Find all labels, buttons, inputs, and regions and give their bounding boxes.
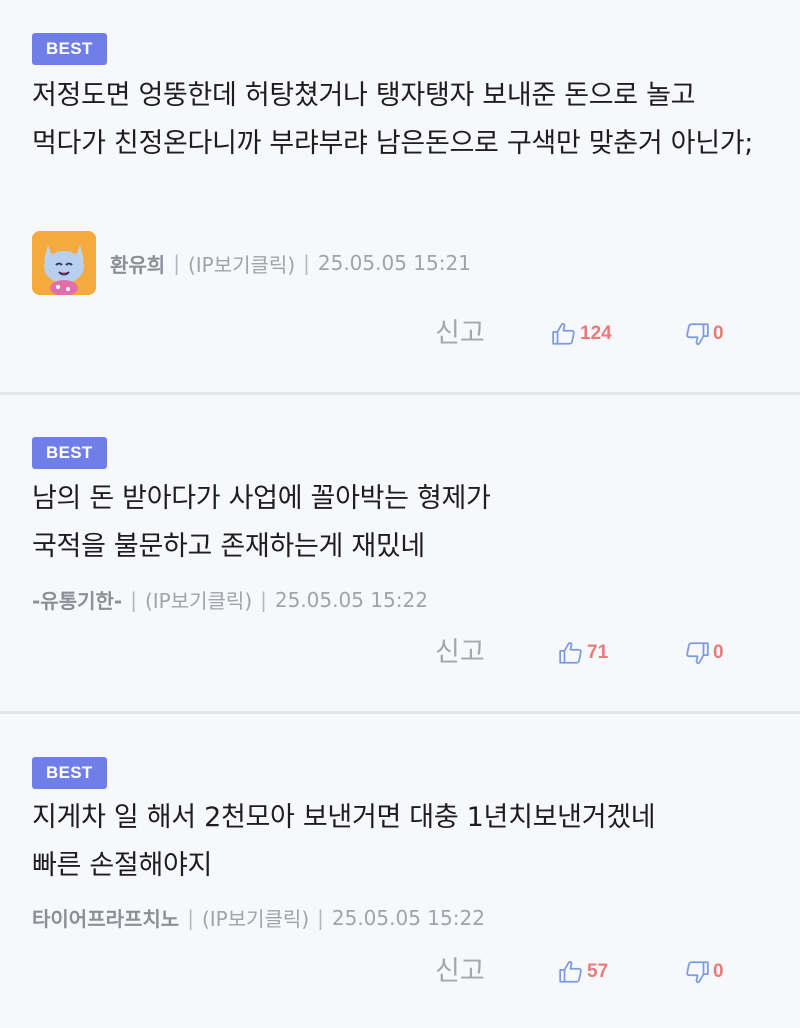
comment-meta: -유통기한- | (IP보기클릭) | 25.05.05 15:22	[32, 585, 428, 614]
report-button[interactable]: 신고	[435, 952, 485, 992]
dislike-count: 0	[713, 642, 724, 663]
meta-separator: |	[260, 587, 267, 612]
best-badge: BEST	[32, 33, 107, 65]
meta-separator: |	[130, 587, 137, 612]
thumbs-up-icon	[559, 961, 582, 983]
comment-text: 남의 돈 받아다가 사업에 꼴아박는 형제가 국적을 불문하고 존재하는게 재밌…	[32, 483, 491, 562]
comment-meta: 타이어프라프치노 | (IP보기클릭) | 25.05.05 15:22	[32, 903, 485, 932]
comment-author[interactable]: 환유희	[110, 249, 165, 278]
comment-text: 저정도면 엉뚱한데 허탕쳤거나 탱자탱자 보내준 돈으로 놀고 먹다가 친정온다…	[32, 80, 754, 159]
like-count: 57	[587, 961, 609, 982]
thumbs-up-icon	[559, 642, 582, 664]
dislike-button[interactable]: 0	[684, 952, 724, 992]
meta-separator: |	[173, 251, 180, 275]
ip-view-link[interactable]: (IP보기클릭)	[188, 249, 295, 278]
dislike-button[interactable]: 0	[684, 633, 724, 673]
like-button[interactable]: 124	[551, 314, 612, 354]
like-count: 124	[580, 323, 612, 344]
comment-meta: 환유희 | (IP보기클릭) | 25.05.05 15:21	[32, 231, 471, 295]
dislike-button[interactable]: 0	[684, 314, 724, 354]
dislike-count: 0	[713, 961, 724, 982]
ip-view-link[interactable]: (IP보기클릭)	[202, 903, 309, 932]
comment-item: BEST 저정도면 엉뚱한데 허탕쳤거나 탱자탱자 보내준 돈으로 놀고 먹다가…	[0, 0, 800, 392]
report-button[interactable]: 신고	[435, 633, 485, 673]
comment-timestamp: 25.05.05 15:22	[274, 587, 428, 612]
comment-author[interactable]: 타이어프라프치노	[32, 903, 179, 932]
comment-actions: 신고 71 0	[0, 633, 800, 673]
meta-separator: |	[303, 251, 310, 275]
comment-text: 지게차 일 해서 2천모아 보낸거면 대충 1년치보낸거겠네 빠른 손절해야지	[32, 802, 656, 881]
comment-author[interactable]: -유통기한-	[32, 585, 122, 614]
thumbs-down-icon	[686, 642, 709, 664]
ip-view-link[interactable]: (IP보기클릭)	[145, 585, 252, 614]
meta-separator: |	[187, 905, 194, 930]
like-button[interactable]: 57	[558, 952, 608, 992]
thumbs-down-icon	[686, 961, 709, 983]
comment-item: BEST 남의 돈 받아다가 사업에 꼴아박는 형제가 국적을 불문하고 존재하…	[0, 395, 800, 711]
dislike-count: 0	[713, 323, 724, 344]
thumbs-down-icon	[686, 323, 709, 345]
like-count: 71	[587, 642, 609, 663]
best-badge: BEST	[32, 757, 107, 789]
comment-item: BEST 지게차 일 해서 2천모아 보낸거면 대충 1년치보낸거겠네 빠른 손…	[0, 714, 800, 1028]
cat-avatar-icon[interactable]	[32, 231, 96, 295]
thumbs-up-icon	[552, 323, 575, 345]
comment-actions: 신고 124 0	[0, 314, 800, 354]
like-button[interactable]: 71	[558, 633, 608, 673]
comment-timestamp: 25.05.05 15:21	[317, 251, 471, 275]
comment-actions: 신고 57 0	[0, 952, 800, 992]
comment-timestamp: 25.05.05 15:22	[331, 905, 485, 930]
report-button[interactable]: 신고	[435, 314, 485, 354]
meta-separator: |	[317, 905, 324, 930]
best-badge: BEST	[32, 437, 107, 469]
